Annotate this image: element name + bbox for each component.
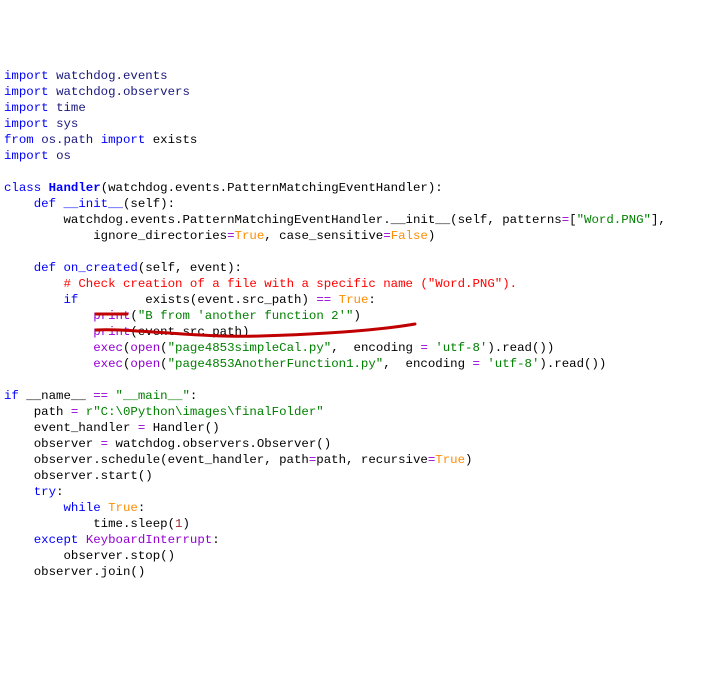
code-text: ).read())	[539, 357, 606, 371]
number-literal: 1	[175, 517, 182, 531]
function-sig: (self):	[123, 197, 175, 211]
code-text: path	[4, 405, 71, 419]
builtin-open: open	[130, 357, 160, 371]
operator: ==	[93, 389, 108, 403]
keyword-if: if	[64, 293, 79, 307]
builtin-print: print	[93, 325, 130, 339]
class-base: (watchdog.events.PatternMatchingEventHan…	[101, 181, 443, 195]
module-name: sys	[56, 117, 78, 131]
keyword-while: while	[64, 501, 101, 515]
module-name: watchdog.events	[56, 69, 168, 83]
code-text: observer	[4, 437, 101, 451]
exception-name: KeyboardInterrupt	[86, 533, 212, 547]
code-text: event_handler	[4, 421, 138, 435]
code-text: observer.stop()	[4, 549, 175, 563]
code-text: :	[212, 533, 219, 547]
operator: =	[101, 437, 108, 451]
operator: ==	[316, 293, 331, 307]
string-literal: 'utf-8'	[435, 341, 487, 355]
code-text: path, recursive	[316, 453, 428, 467]
string-literal: "Word.PNG"	[577, 213, 651, 227]
code-text: :	[56, 485, 63, 499]
code-text: )	[428, 229, 435, 243]
code-text: )	[465, 453, 472, 467]
import-name: exists	[153, 133, 198, 147]
keyword-class: class	[4, 181, 41, 195]
code-text: ],	[651, 213, 666, 227]
code-text: )	[182, 517, 189, 531]
code-text: watchdog.observers.Observer()	[108, 437, 331, 451]
code-text: :	[368, 293, 375, 307]
bool-literal: False	[391, 229, 428, 243]
function-name: __init__	[64, 197, 124, 211]
code-block: import watchdog.events import watchdog.o…	[4, 68, 709, 580]
code-text: Handler()	[145, 421, 219, 435]
keyword-import: import	[4, 85, 49, 99]
builtin-open: open	[130, 341, 160, 355]
keyword-import: import	[101, 133, 146, 147]
keyword-if: if	[4, 389, 19, 403]
keyword-def: def	[34, 261, 56, 275]
code-text: __name__	[19, 389, 93, 403]
string-literal: 'utf-8'	[487, 357, 539, 371]
code-text: exists(event.src_path)	[78, 293, 316, 307]
string-literal: "page4853simpleCal.py"	[168, 341, 332, 355]
code-text: , encoding	[383, 357, 472, 371]
code-text: :	[190, 389, 197, 403]
code-text: (self, patterns	[450, 213, 562, 227]
builtin-print: print	[93, 309, 130, 323]
code-text: watchdog.events.PatternMatchingEventHand…	[4, 213, 391, 227]
function-name: on_created	[64, 261, 138, 275]
bool-literal: True	[435, 453, 465, 467]
code-text: observer.join()	[4, 565, 145, 579]
operator: =	[562, 213, 569, 227]
keyword-except: except	[34, 533, 79, 547]
keyword-import: import	[4, 101, 49, 115]
operator: =	[420, 341, 427, 355]
string-literal: "__main__"	[116, 389, 190, 403]
comment: # Check creation of a file with a specif…	[64, 277, 518, 291]
class-name: Handler	[49, 181, 101, 195]
module-name: watchdog.observers	[56, 85, 190, 99]
function-sig: (self, event):	[138, 261, 242, 275]
string-literal: "page4853AnotherFunction1.py"	[168, 357, 384, 371]
keyword-import: import	[4, 69, 49, 83]
bool-literal: True	[235, 229, 265, 243]
operator: =	[227, 229, 234, 243]
code-text: , case_sensitive	[264, 229, 383, 243]
code-text: time.sleep(	[4, 517, 175, 531]
string-literal: r"C:\0Python\images\finalFolder"	[86, 405, 324, 419]
bool-literal: True	[339, 293, 369, 307]
string-literal: "B from 'another function 2'"	[138, 309, 354, 323]
bool-literal: True	[108, 501, 138, 515]
keyword-import: import	[4, 117, 49, 131]
module-name: time	[56, 101, 86, 115]
code-text: observer.schedule(event_handler, path	[4, 453, 309, 467]
operator: =	[472, 357, 479, 371]
code-text: (event.src_path)	[130, 325, 249, 339]
module-name: os	[56, 149, 71, 163]
builtin-exec: exec	[93, 357, 123, 371]
operator: =	[383, 229, 390, 243]
keyword-def: def	[34, 197, 56, 211]
method-name: __init__	[391, 213, 451, 227]
keyword-try: try	[34, 485, 56, 499]
code-text: , encoding	[331, 341, 420, 355]
keyword-from: from	[4, 133, 34, 147]
code-text: observer.start()	[4, 469, 153, 483]
builtin-exec: exec	[93, 341, 123, 355]
operator: =	[71, 405, 78, 419]
code-text: :	[138, 501, 145, 515]
code-text: ).read())	[487, 341, 554, 355]
code-text: ignore_directories	[4, 229, 227, 243]
keyword-import: import	[4, 149, 49, 163]
module-name: os.path	[41, 133, 93, 147]
